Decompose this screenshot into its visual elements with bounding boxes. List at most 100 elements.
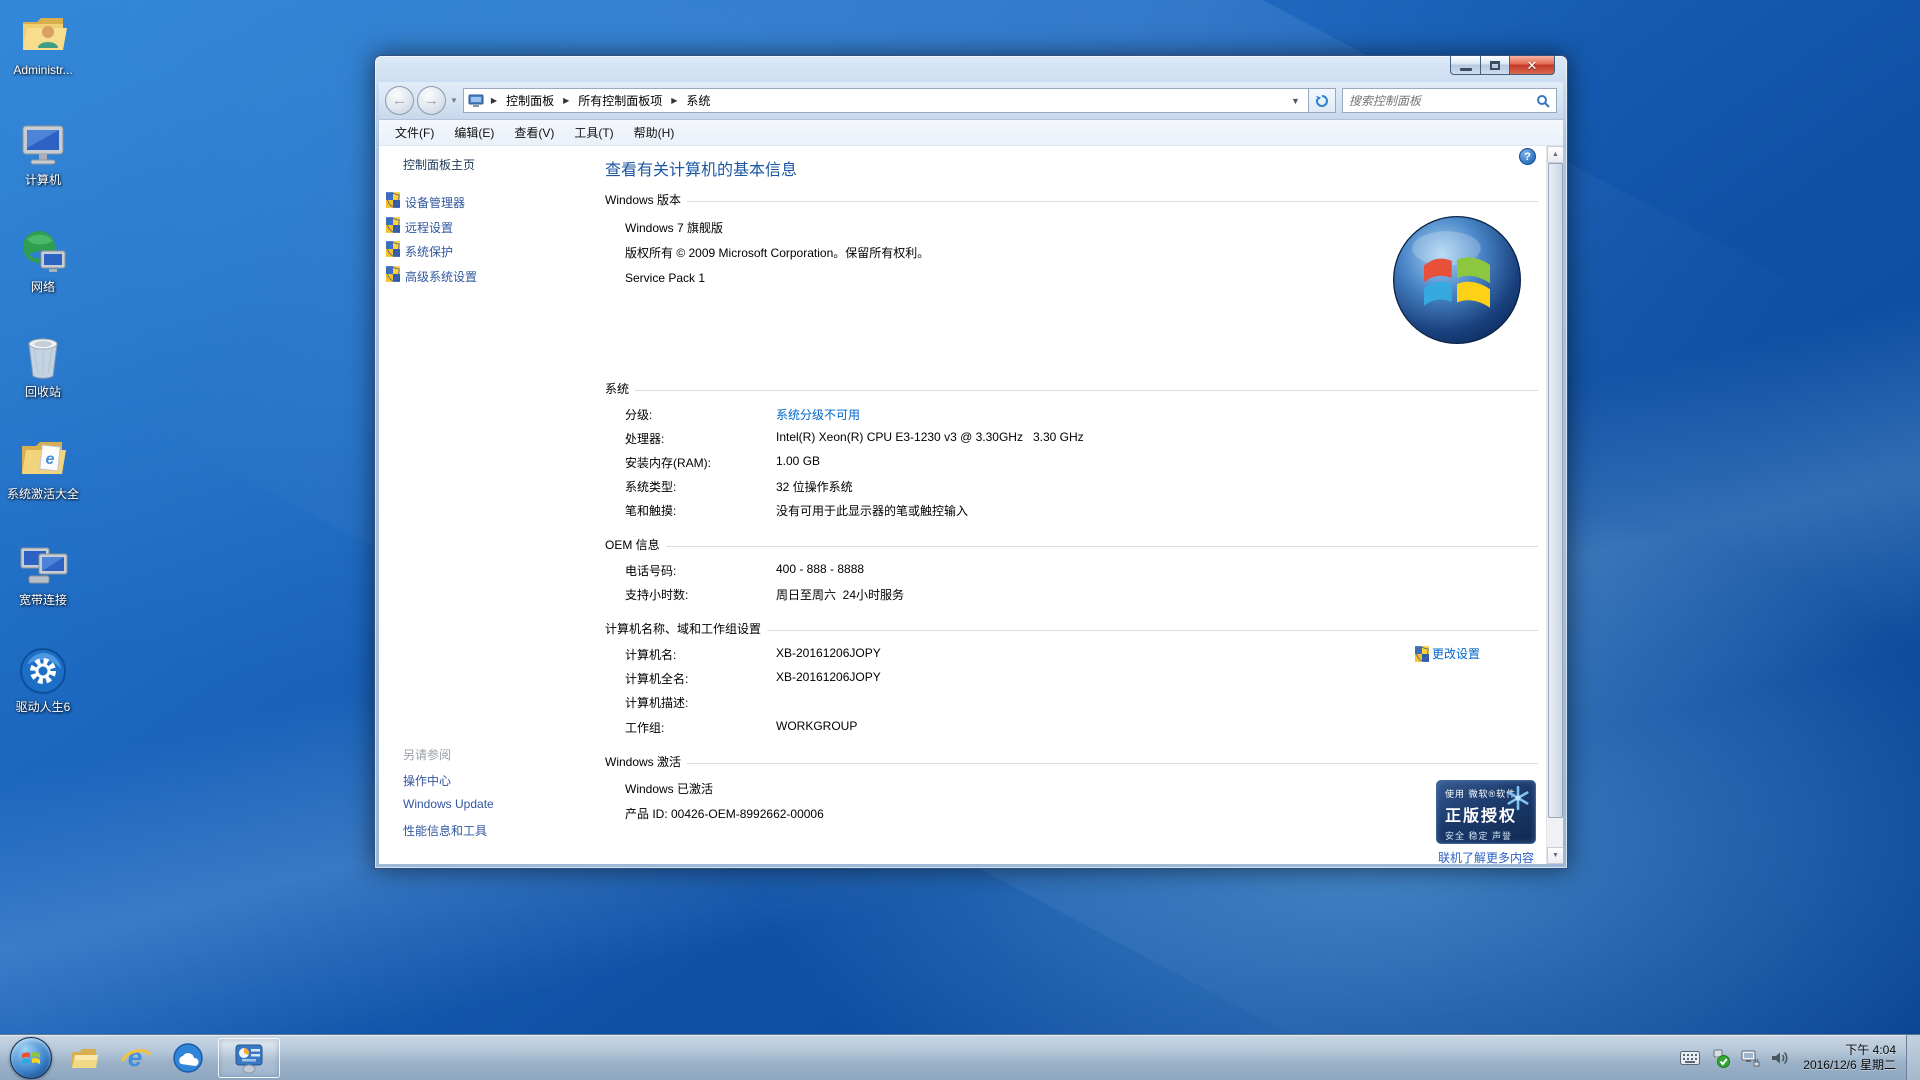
recycle-bin-icon <box>17 330 69 382</box>
section-header-label: Windows 激活 <box>605 753 681 770</box>
sidebar-see-also-header: 另请参阅 <box>403 746 451 763</box>
system-rating-link[interactable]: 系统分级不可用 <box>776 406 860 423</box>
taskbar-browser-button[interactable] <box>162 1036 214 1080</box>
section-divider <box>635 390 1538 391</box>
safely-remove-hardware-icon[interactable] <box>1708 1046 1732 1070</box>
section-system: 系统 <box>605 380 1538 397</box>
uac-shield-icon <box>386 266 400 282</box>
maximize-button[interactable] <box>1481 56 1510 75</box>
menu-help[interactable]: 帮助(H) <box>624 121 685 144</box>
info-row-rating: 分级: 系统分级不可用 <box>625 406 1538 423</box>
sidebar-item-advanced-settings[interactable]: 高级系统设置 <box>405 268 477 285</box>
sidebar-item-action-center[interactable]: 操作中心 <box>403 772 451 789</box>
info-row-ram: 安装内存(RAM): 1.00 GB <box>625 454 1538 471</box>
desktop-icon-label: 回收站 <box>0 385 86 399</box>
clock-time: 下午 4:04 <box>1803 1043 1896 1058</box>
arrow-down-icon: ▼ <box>1552 852 1559 859</box>
show-desktop-button[interactable] <box>1906 1035 1920 1080</box>
taskbar-control-panel-button[interactable] <box>218 1038 280 1078</box>
desktop-icon-administrator[interactable]: Administr... <box>0 8 86 77</box>
search-box <box>1342 88 1557 113</box>
desktop-icon-activation-folder[interactable]: e 系统激活大全 <box>0 432 86 501</box>
question-mark-icon: ? <box>1524 151 1531 163</box>
scroll-up-button[interactable]: ▲ <box>1547 146 1563 163</box>
start-button[interactable] <box>10 1037 52 1079</box>
internet-explorer-icon: e <box>120 1042 152 1074</box>
genuine-spark-icon <box>1505 785 1531 811</box>
close-icon: ✕ <box>1527 59 1538 72</box>
desktop-icon-recycle-bin[interactable]: 回收站 <box>0 330 86 399</box>
genuine-software-badge[interactable]: 使用 微软®软件 正版授权 安全 稳定 声誉 <box>1436 780 1536 844</box>
info-row-computer-description: 计算机描述: <box>625 694 1538 711</box>
info-row-processor: 处理器: Intel(R) Xeon(R) CPU E3-1230 v3 @ 3… <box>625 430 1538 447</box>
back-button[interactable]: ← <box>385 86 414 115</box>
scrollbar-thumb[interactable] <box>1548 163 1563 818</box>
sidebar: 控制面板主页 设备管理器 远程设置 系统保护 高级系统设置 另请参阅 操作中心 … <box>379 146 583 864</box>
arrow-up-icon: ▲ <box>1552 151 1559 158</box>
taskbar-explorer-button[interactable] <box>58 1036 110 1080</box>
folder-ie-icon: e <box>17 432 69 484</box>
sidebar-item-remote-settings[interactable]: 远程设置 <box>405 219 453 236</box>
forward-button[interactable]: → <box>417 86 446 115</box>
sidebar-item-performance-tools[interactable]: 性能信息和工具 <box>403 822 487 839</box>
sidebar-item-windows-update[interactable]: Windows Update <box>403 797 494 811</box>
desktop-icon-broadband[interactable]: 宽带连接 <box>0 538 86 607</box>
address-bar[interactable]: ▶ 控制面板 ▶ 所有控制面板项 ▶ 系统 ▼ <box>463 88 1309 113</box>
sidebar-item-control-panel-home[interactable]: 控制面板主页 <box>403 156 475 173</box>
search-icon[interactable] <box>1536 94 1550 108</box>
page-title: 查看有关计算机的基本信息 <box>605 156 797 180</box>
info-row-pen-touch: 笔和触摸: 没有可用于此显示器的笔或触控输入 <box>625 502 1538 519</box>
computer-icon <box>17 118 69 170</box>
menu-view[interactable]: 查看(V) <box>504 121 564 144</box>
row-label: 处理器: <box>625 430 776 447</box>
address-dropdown-icon[interactable]: ▼ <box>1287 96 1304 106</box>
windows-logo <box>1391 214 1523 346</box>
network-status-icon[interactable] <box>1738 1046 1762 1070</box>
sidebar-item-device-manager[interactable]: 设备管理器 <box>405 194 465 211</box>
sidebar-item-system-protection[interactable]: 系统保护 <box>405 243 453 260</box>
input-method-keyboard-icon[interactable] <box>1678 1046 1702 1070</box>
breadcrumb-all-items[interactable]: 所有控制面板项 <box>576 91 664 110</box>
menu-tools[interactable]: 工具(T) <box>564 121 623 144</box>
desktop-icon-driver-genius[interactable]: 驱动人生6 <box>0 645 86 714</box>
activation-status: Windows 已激活 <box>625 780 713 797</box>
windows-edition: Windows 7 旗舰版 <box>625 219 723 236</box>
row-label: 工作组: <box>625 719 776 736</box>
window-controls: ✕ <box>1450 56 1555 75</box>
vertical-scrollbar[interactable]: ▲ ▼ <box>1546 146 1563 864</box>
row-label: 笔和触摸: <box>625 502 776 519</box>
uac-shield-icon <box>386 192 400 208</box>
help-button[interactable]: ? <box>1519 148 1536 165</box>
windows-explorer-icon <box>69 1043 99 1073</box>
breadcrumb-system[interactable]: 系统 <box>684 91 712 110</box>
section-header-label: Windows 版本 <box>605 191 681 208</box>
close-button[interactable]: ✕ <box>1510 56 1555 75</box>
learn-more-link[interactable]: 联机了解更多内容 <box>1436 849 1536 864</box>
uac-shield-icon <box>386 241 400 257</box>
search-input[interactable] <box>1349 94 1536 108</box>
breadcrumb-control-panel[interactable]: 控制面板 <box>504 91 556 110</box>
volume-icon[interactable] <box>1768 1046 1792 1070</box>
desktop-icon-label: 宽带连接 <box>0 593 86 607</box>
back-icon: ← <box>392 92 407 109</box>
menu-file[interactable]: 文件(F) <box>385 121 444 144</box>
taskbar-ie-button[interactable]: e <box>110 1036 162 1080</box>
row-value: Intel(R) Xeon(R) CPU E3-1230 v3 @ 3.30GH… <box>776 430 1084 447</box>
chevron-right-icon: ▶ <box>556 96 576 105</box>
minimize-button[interactable] <box>1450 56 1481 75</box>
recent-pages-dropdown[interactable]: ▼ <box>450 96 458 105</box>
taskbar-clock[interactable]: 下午 4:04 2016/12/6 星期二 <box>1803 1043 1896 1073</box>
section-divider <box>767 630 1538 631</box>
maximize-icon <box>1490 61 1500 70</box>
section-divider <box>666 546 1538 547</box>
refresh-button[interactable] <box>1309 88 1336 113</box>
menu-edit[interactable]: 编辑(E) <box>444 121 504 144</box>
browser-cloud-icon <box>172 1042 204 1074</box>
info-row-full-computer-name: 计算机全名: XB-20161206JOPY <box>625 670 1538 687</box>
scroll-down-button[interactable]: ▼ <box>1547 847 1563 864</box>
desktop-icon-network[interactable]: 网络 <box>0 225 86 294</box>
clock-date: 2016/12/6 星期二 <box>1803 1058 1896 1073</box>
desktop-icon-computer[interactable]: 计算机 <box>0 118 86 187</box>
row-label: 支持小时数: <box>625 586 776 603</box>
control-panel-icon <box>232 1041 266 1075</box>
